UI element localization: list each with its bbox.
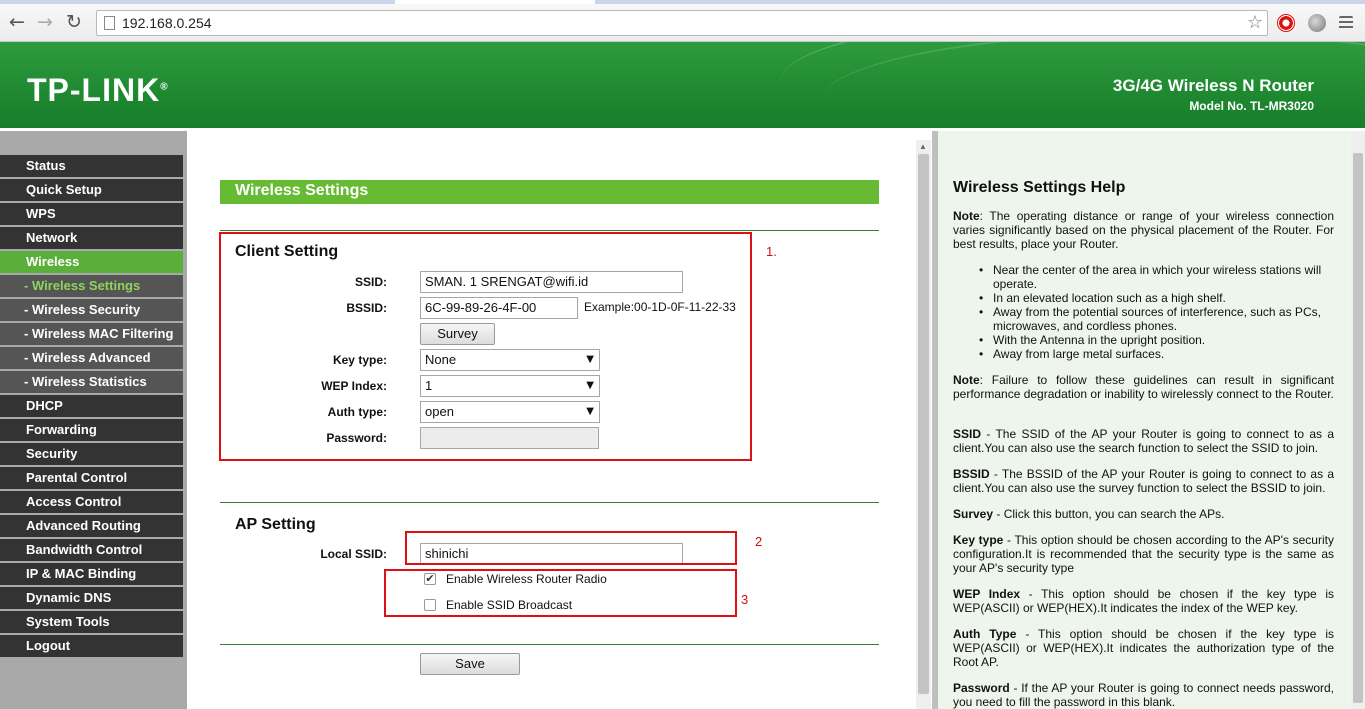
help-text: - If the AP your Router is going to conn… xyxy=(953,681,1334,709)
help-text: - Click this button, you can search the … xyxy=(993,507,1225,521)
address-bar[interactable]: 192.168.0.254 ☆ xyxy=(96,10,1268,36)
logo-text: TP-LINK xyxy=(27,72,161,108)
help-title: Wireless Settings Help xyxy=(953,179,1126,196)
help-text: - This option should be chosen according… xyxy=(953,533,1334,575)
model-number: Model No. TL-MR3020 xyxy=(1189,99,1314,113)
help-term: Note xyxy=(953,373,980,387)
address-url[interactable]: 192.168.0.254 xyxy=(122,15,212,31)
back-icon[interactable]: ← xyxy=(6,11,28,33)
help-bullet: In an elevated location such as a high s… xyxy=(979,291,1334,305)
help-term: Survey xyxy=(953,507,994,521)
help-term: SSID xyxy=(953,427,982,441)
tp-link-logo: TP-LINK® xyxy=(27,72,169,109)
menu-item-security[interactable]: Security xyxy=(0,443,183,465)
annotation-box-2 xyxy=(405,531,737,565)
page-icon xyxy=(104,16,115,30)
help-term: Note xyxy=(953,209,980,223)
scrollbar-thumb[interactable] xyxy=(918,154,929,694)
help-term: BSSID xyxy=(953,467,990,481)
menu-item-logout[interactable]: Logout xyxy=(0,635,183,657)
menu-item-dhcp[interactable]: DHCP xyxy=(0,395,183,417)
menu-item-wps[interactable]: WPS xyxy=(0,203,183,225)
help-term: WEP Index xyxy=(953,587,1021,601)
browser-toolbar: ← → ↻ 192.168.0.254 ☆ xyxy=(0,4,1365,42)
menu-item-network[interactable]: Network xyxy=(0,227,183,249)
help-text: : Failure to follow these guidelines can… xyxy=(953,373,1334,401)
menu-item-quick-setup[interactable]: Quick Setup xyxy=(0,179,183,201)
save-button[interactable]: Save xyxy=(420,653,520,675)
router-banner: TP-LINK® 3G/4G Wireless N Router Model N… xyxy=(0,42,1365,130)
opera-extension-icon[interactable] xyxy=(1277,14,1295,32)
menu-item-bandwidth-control[interactable]: Bandwidth Control xyxy=(0,539,183,561)
menu-item-system-tools[interactable]: System Tools xyxy=(0,611,183,633)
scrollbar-thumb[interactable] xyxy=(1353,153,1363,703)
help-scrollbar[interactable] xyxy=(1351,131,1365,709)
help-term: Key type xyxy=(953,533,1004,547)
scroll-up-icon[interactable]: ▲ xyxy=(919,142,927,151)
menu-item-ip-mac-binding[interactable]: IP & MAC Binding xyxy=(0,563,183,585)
ap-setting-title: AP Setting xyxy=(235,516,316,533)
menu-item-forwarding[interactable]: Forwarding xyxy=(0,419,183,441)
annotation-number-1: 1. xyxy=(766,244,777,259)
reload-icon[interactable]: ↻ xyxy=(63,11,85,33)
help-text: - The BSSID of the AP your Router is goi… xyxy=(953,467,1334,495)
divider xyxy=(220,502,879,503)
section-title: Wireless Settings xyxy=(235,182,369,199)
help-ssid: SSID - The SSID of the AP your Router is… xyxy=(953,427,1334,455)
help-password: Password - If the AP your Router is goin… xyxy=(953,681,1334,709)
help-bullet: Away from the potential sources of inter… xyxy=(979,305,1334,333)
registered-mark: ® xyxy=(160,81,169,93)
menu-item-wireless-statistics[interactable]: - Wireless Statistics xyxy=(0,371,183,393)
help-text: - The SSID of the AP your Router is goin… xyxy=(953,427,1334,455)
menu-item-wireless-security[interactable]: - Wireless Security xyxy=(0,299,183,321)
divider xyxy=(220,230,879,231)
help-panel: Wireless Settings Help Note: The operati… xyxy=(938,131,1351,709)
help-note-1: Note: The operating distance or range of… xyxy=(953,209,1334,251)
help-bullet: Away from large metal surfaces. xyxy=(979,347,1334,361)
menu-item-access-control[interactable]: Access Control xyxy=(0,491,183,513)
content-scrollbar[interactable]: ▲ xyxy=(916,140,931,709)
annotation-box-3 xyxy=(384,569,737,617)
help-bullet-list: Near the center of the area in which you… xyxy=(979,263,1334,361)
sidebar-menu: Status Quick Setup WPS Network Wireless … xyxy=(0,131,187,709)
globe-extension-icon[interactable] xyxy=(1308,14,1326,32)
annotation-box-1 xyxy=(219,232,752,461)
help-text: : The operating distance or range of you… xyxy=(953,209,1334,251)
menu-item-parental-control[interactable]: Parental Control xyxy=(0,467,183,489)
help-survey: Survey - Click this button, you can sear… xyxy=(953,507,1334,521)
menu-item-status[interactable]: Status xyxy=(0,155,183,177)
help-term: Auth Type xyxy=(953,627,1017,641)
annotation-number-3: 3 xyxy=(741,592,749,607)
menu-icon[interactable] xyxy=(1339,16,1353,30)
annotation-number-2: 2 xyxy=(755,534,763,549)
help-auth-type: Auth Type - This option should be chosen… xyxy=(953,627,1334,669)
bookmark-star-icon[interactable]: ☆ xyxy=(1247,12,1263,33)
help-key-type: Key type - This option should be chosen … xyxy=(953,533,1334,575)
forward-icon[interactable]: → xyxy=(34,11,56,33)
menu-item-dynamic-dns[interactable]: Dynamic DNS xyxy=(0,587,183,609)
help-wep-index: WEP Index - This option should be chosen… xyxy=(953,587,1334,615)
menu-item-wireless-mac-filtering[interactable]: - Wireless MAC Filtering xyxy=(0,323,183,345)
help-bullet: With the Antenna in the upright position… xyxy=(979,333,1334,347)
product-name: 3G/4G Wireless N Router xyxy=(1112,76,1314,95)
help-note-2: Note: Failure to follow these guidelines… xyxy=(953,373,1334,401)
section-header: Wireless Settings xyxy=(220,180,879,204)
divider xyxy=(220,644,879,645)
local-ssid-label: Local SSID: xyxy=(320,547,387,561)
menu-item-advanced-routing[interactable]: Advanced Routing xyxy=(0,515,183,537)
menu-item-wireless[interactable]: Wireless xyxy=(0,251,183,273)
menu-item-wireless-advanced[interactable]: - Wireless Advanced xyxy=(0,347,183,369)
help-term: Password xyxy=(953,681,1010,695)
help-bullet: Near the center of the area in which you… xyxy=(979,263,1334,291)
help-bssid: BSSID - The BSSID of the AP your Router … xyxy=(953,467,1334,495)
menu-item-wireless-settings[interactable]: - Wireless Settings xyxy=(0,275,183,297)
